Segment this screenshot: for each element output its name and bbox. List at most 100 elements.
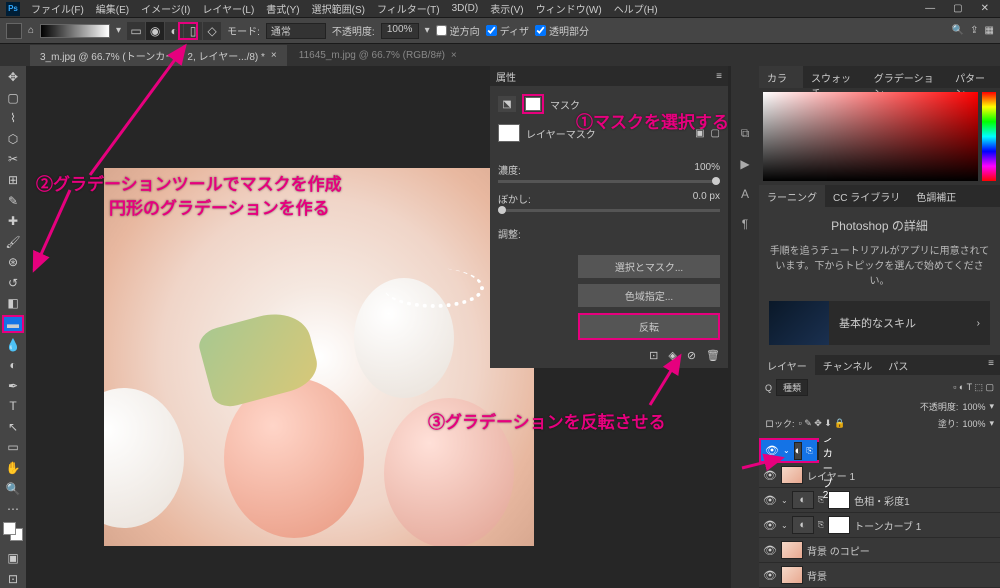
gradient-tool[interactable]: ▬ [2,315,24,334]
document-tab-1[interactable]: 3_m.jpg @ 66.7% (トーンカーブ 2, レイヤー.../8) * … [30,45,287,66]
pen-tool[interactable]: ✒ [2,377,24,396]
layer-name[interactable]: 色相・彩度1 [854,493,910,508]
layer-row[interactable]: 👁⌄◐⎘トーンカーブ 2 [759,438,819,463]
actions-panel-icon[interactable]: ▶ [740,157,749,171]
fg-color-swatch[interactable] [3,522,16,535]
search-icon[interactable]: 🔍 [952,25,964,36]
layer-name[interactable]: レイヤー 1 [807,468,855,483]
zoom-tool[interactable]: 🔍 [2,479,24,498]
minimize-button[interactable]: — [920,1,940,16]
disable-mask-icon[interactable]: ⊘ [687,349,696,362]
apply-mask-icon[interactable]: ◈ [668,349,676,362]
healing-tool[interactable]: ✚ [2,212,24,231]
tab-layers[interactable]: レイヤー [759,355,815,375]
brush-tool[interactable]: 🖌 [2,232,24,251]
menu-window[interactable]: ウィンドウ(W) [531,0,607,18]
tab-adjustments[interactable]: 色調補正 [908,185,964,207]
menu-select[interactable]: 選択範囲(S) [307,0,370,18]
hand-tool[interactable]: ✋ [2,459,24,478]
maximize-button[interactable]: ▢ [948,1,967,16]
feather-slider[interactable] [498,209,720,212]
layer-row[interactable]: 👁⌄◐⎘トーンカーブ 1 [759,513,1000,538]
layer-name[interactable]: 背景 のコピー [807,543,870,558]
opacity-dropdown-icon[interactable]: ▾ [425,25,430,36]
visibility-icon[interactable]: 👁 [763,569,777,582]
tab-patterns[interactable]: パターン [947,66,1000,88]
dither-checkbox[interactable] [486,25,497,36]
visibility-icon[interactable]: 👁 [765,444,779,457]
menu-3d[interactable]: 3D(D) [447,1,484,16]
tab-color[interactable]: カラー [759,66,803,88]
mode-select[interactable]: 通常 [266,23,326,39]
screenmode-tool[interactable]: ⊡ [2,569,24,588]
quickmask-tool[interactable]: ▣ [2,549,24,568]
tab-gradients[interactable]: グラデーション [866,66,947,88]
visibility-icon[interactable]: 👁 [763,494,777,507]
visibility-icon[interactable]: 👁 [763,469,777,482]
layer-row[interactable]: 👁 レイヤー 1 [759,463,1000,488]
diamond-gradient-icon[interactable]: ◇ [203,22,221,40]
fill-value[interactable]: 100% [962,419,985,429]
eraser-tool[interactable]: ◧ [2,294,24,313]
panel-menu-icon[interactable]: ≡ [716,71,722,82]
opacity-dropdown-icon[interactable]: ▾ [989,401,994,412]
transparent-checkbox[interactable] [535,25,546,36]
menu-image[interactable]: イメージ(I) [136,0,195,18]
color-swatches[interactable] [3,522,23,541]
colorrange-button[interactable]: 色域指定... [578,284,720,307]
tab-paths[interactable]: パス [880,355,916,375]
feather-value[interactable]: 0.0 px [693,191,720,206]
share-icon[interactable]: ⇪ [970,25,978,36]
panel-menu-icon[interactable]: ≡ [980,355,1000,375]
vectormask-icon[interactable]: ▢ [711,128,720,139]
menu-help[interactable]: ヘルプ(H) [609,0,663,18]
menu-view[interactable]: 表示(V) [485,0,528,18]
layer-row[interactable]: 👁 背景 [759,563,1000,588]
reverse-checkbox[interactable] [436,25,447,36]
menu-edit[interactable]: 編集(E) [91,0,134,18]
kind-select[interactable]: 種類 [776,379,808,396]
dodge-tool[interactable]: ◐ [2,356,24,375]
angle-gradient-icon[interactable]: ◐ [165,22,183,40]
invert-button[interactable]: 反転 [578,313,720,340]
close-button[interactable]: ✕ [976,1,994,16]
reflected-gradient-icon[interactable]: ▯ [184,22,202,40]
info-panel-icon[interactable]: A [741,187,749,201]
gradient-editor-dropdown[interactable]: ▾ [116,25,121,36]
linear-gradient-icon[interactable]: ▭ [127,22,145,40]
layer-opacity-value[interactable]: 100% [962,402,985,412]
density-slider[interactable] [498,180,720,183]
layer-name[interactable]: トーンカーブ 1 [854,518,921,533]
move-tool[interactable]: ✥ [2,68,24,87]
lock-icons[interactable]: ▫ ✎ ✥ ⬇ 🔒 [799,418,846,429]
fill-dropdown-icon[interactable]: ▾ [989,418,994,429]
marquee-tool[interactable]: ▢ [2,89,24,108]
eyedropper-tool[interactable]: ✎ [2,191,24,210]
tool-preset-icon[interactable] [6,23,22,39]
tab-learning[interactable]: ラーニング [759,185,825,207]
visibility-icon[interactable]: 👁 [763,544,777,557]
menu-filter[interactable]: フィルター(T) [372,0,445,18]
close-tab-icon[interactable]: × [451,50,457,61]
history-panel-icon[interactable]: ⧉ [741,126,750,141]
workspace-icon[interactable]: ▦ [985,25,994,36]
visibility-icon[interactable]: 👁 [763,519,777,532]
close-tab-icon[interactable]: × [271,50,277,61]
opacity-input[interactable]: 100% [381,23,419,39]
document-tab-2[interactable]: 11645_m.jpg @ 66.7% (RGB/8#) × [289,47,467,64]
crop-tool[interactable]: ✂ [2,150,24,169]
layermask-thumb[interactable] [498,124,520,142]
load-selection-icon[interactable]: ⊡ [649,349,658,362]
frame-tool[interactable]: ⊞ [2,171,24,190]
curves-icon[interactable]: ⬔ [498,96,516,112]
hue-slider[interactable] [982,92,996,181]
pixelmask-icon[interactable]: ▣ [695,128,704,139]
menu-layer[interactable]: レイヤー(L) [197,0,259,18]
select-mask-button[interactable]: 選択とマスク... [578,255,720,278]
quick-select-tool[interactable]: ⬡ [2,130,24,149]
blur-tool[interactable]: 💧 [2,335,24,354]
tab-cclib[interactable]: CC ライブラリ [825,185,908,207]
tab-swatches[interactable]: スウォッチ [803,66,866,88]
edit-toolbar[interactable]: ⋯ [2,500,24,519]
layer-name[interactable]: 背景 [807,568,827,583]
